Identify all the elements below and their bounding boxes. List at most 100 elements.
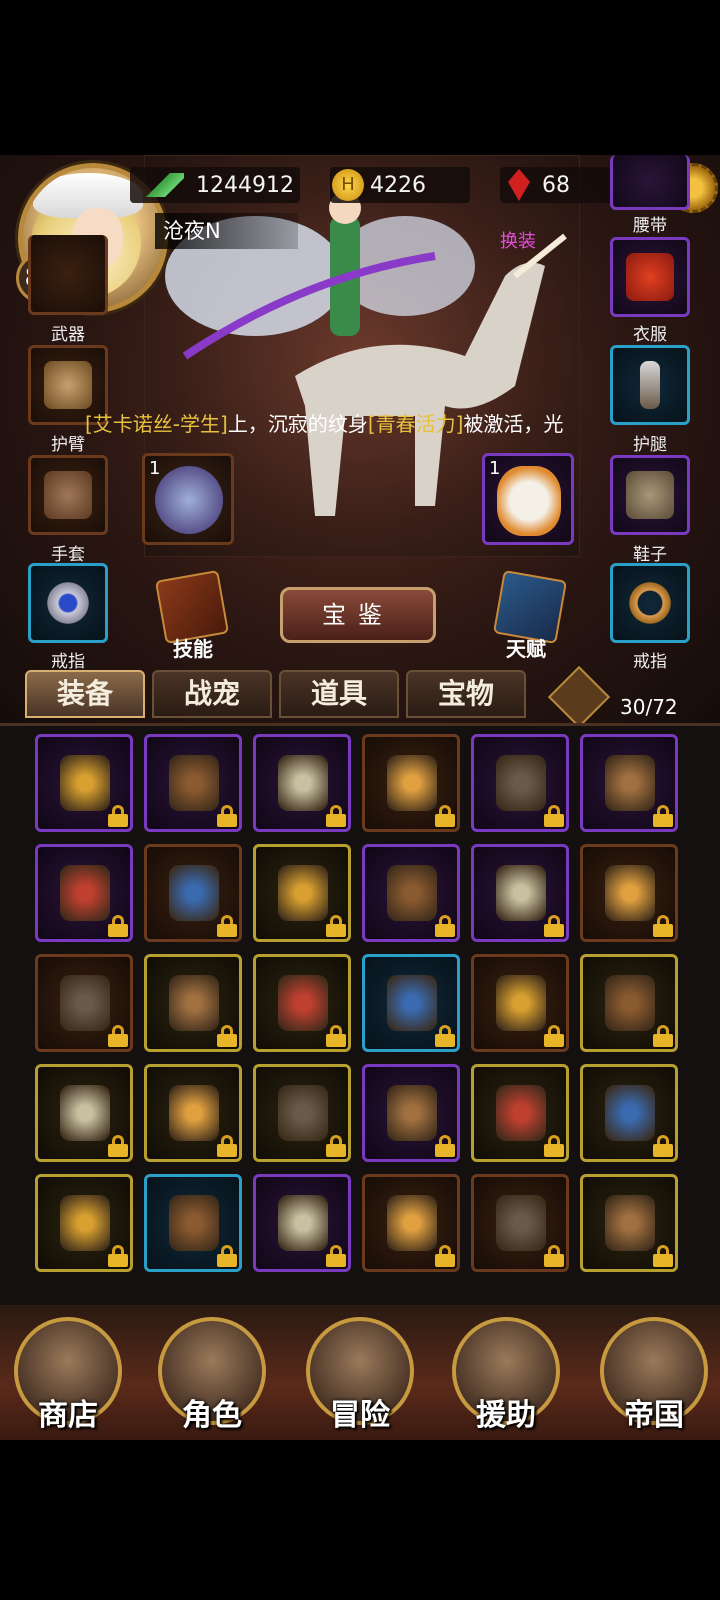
player-name: 沧夜N xyxy=(155,213,298,249)
leather-hood-icon xyxy=(496,1085,546,1141)
shoes-slot-label: 鞋子 xyxy=(633,545,667,565)
bronze-ring-icon xyxy=(626,579,674,627)
weapon-slot-label: 武器 xyxy=(51,325,85,345)
ring-slot-right[interactable] xyxy=(610,563,690,643)
belt-slot-label: 腰带 xyxy=(633,216,667,236)
inventory-cell[interactable] xyxy=(253,954,351,1052)
golden-chalice-icon xyxy=(60,755,110,811)
inventory-cell[interactable] xyxy=(144,1174,242,1272)
inventory-cell[interactable] xyxy=(362,844,460,942)
inventory-cell[interactable] xyxy=(471,1174,569,1272)
red-gem-icon xyxy=(508,169,530,201)
ring-slot-left[interactable] xyxy=(28,563,108,643)
inventory-cell[interactable] xyxy=(580,954,678,1052)
shoes-slot[interactable] xyxy=(610,455,690,535)
inventory-cell[interactable] xyxy=(35,844,133,942)
inventory-cell[interactable] xyxy=(35,734,133,832)
bottom-nav: 商店 角色 冒险 援助 帝国 xyxy=(0,1305,720,1440)
ticker-part-1: [艾卡诺丝-学生] xyxy=(85,412,228,436)
inventory-cell[interactable] xyxy=(35,954,133,1052)
shop-nav-label[interactable]: 商店 xyxy=(8,1390,128,1434)
game-screen: 86 1244912 H 4226 68 沧夜N 换装 武器 护臂 手套 xyxy=(0,155,720,1440)
inventory-cell[interactable] xyxy=(471,1064,569,1162)
lock-icon xyxy=(326,1135,346,1157)
pet-slot-right[interactable]: 1 xyxy=(482,453,574,545)
clothes-slot-label: 衣服 xyxy=(633,325,667,345)
inventory-cell[interactable] xyxy=(471,734,569,832)
adventure-nav-label[interactable]: 冒险 xyxy=(300,1390,420,1434)
feather-icon xyxy=(144,173,184,197)
blue-boots-icon xyxy=(496,865,546,921)
lock-icon xyxy=(435,1025,455,1047)
clothes-slot[interactable] xyxy=(610,237,690,317)
inventory-cell[interactable] xyxy=(35,1064,133,1162)
inventory-cell[interactable] xyxy=(580,1064,678,1162)
lock-icon xyxy=(435,1245,455,1267)
lock-icon xyxy=(326,1025,346,1047)
lock-icon xyxy=(653,915,673,937)
tab-items[interactable]: 道具 xyxy=(279,670,399,718)
inventory-cell[interactable] xyxy=(253,734,351,832)
inventory-cell[interactable] xyxy=(362,734,460,832)
griffin-pet-icon xyxy=(155,466,223,534)
arrow-quiver-icon xyxy=(278,865,328,921)
gem-value: 68 xyxy=(542,172,570,198)
inventory-cell[interactable] xyxy=(471,954,569,1052)
character-nav-label[interactable]: 角色 xyxy=(152,1390,272,1434)
hero-area: 86 1244912 H 4226 68 沧夜N 换装 武器 护臂 手套 xyxy=(0,155,720,735)
talent-label[interactable]: 天赋 xyxy=(486,633,566,662)
inventory-cell[interactable] xyxy=(35,1174,133,1272)
inventory-cell[interactable] xyxy=(580,734,678,832)
weapon-slot[interactable] xyxy=(28,235,108,315)
treasure-button[interactable]: 宝鉴 xyxy=(280,587,436,643)
leather-gauntlet-icon xyxy=(60,975,110,1031)
lock-icon xyxy=(326,1245,346,1267)
ring-slot-right-label: 戒指 xyxy=(633,652,667,672)
inventory-cell[interactable] xyxy=(471,844,569,942)
inventory-cell[interactable] xyxy=(580,1174,678,1272)
lock-icon xyxy=(326,805,346,827)
inventory-cell[interactable] xyxy=(144,734,242,832)
empire-nav-label[interactable]: 帝国 xyxy=(594,1390,714,1434)
lock-icon xyxy=(108,915,128,937)
belt-slot[interactable] xyxy=(610,155,690,210)
battle-axe-icon xyxy=(387,755,437,811)
skills-label[interactable]: 技能 xyxy=(153,633,233,662)
gloves-slot[interactable] xyxy=(28,455,108,535)
inventory-cell[interactable] xyxy=(253,1174,351,1272)
lock-icon xyxy=(544,1025,564,1047)
gold-bar: H 4226 xyxy=(330,167,470,203)
lock-icon xyxy=(326,915,346,937)
inventory-cell[interactable] xyxy=(253,1064,351,1162)
inventory-cell[interactable] xyxy=(580,844,678,942)
fur-helmet-icon xyxy=(605,1085,655,1141)
exp-bar: 1244912 xyxy=(130,167,300,203)
gloves-slot-label: 手套 xyxy=(51,545,85,565)
lock-icon xyxy=(544,1245,564,1267)
inventory-cell[interactable] xyxy=(362,954,460,1052)
inventory-cell[interactable] xyxy=(144,844,242,942)
lock-icon xyxy=(653,805,673,827)
tab-treasures[interactable]: 宝物 xyxy=(406,670,526,718)
lock-icon xyxy=(108,805,128,827)
tab-pets[interactable]: 战宠 xyxy=(152,670,272,718)
pet-left-count: 1 xyxy=(149,458,161,479)
white-armor-icon xyxy=(278,1195,328,1251)
gold-value: 4226 xyxy=(370,172,426,198)
inventory-cell[interactable] xyxy=(362,1064,460,1162)
furry-pet-icon xyxy=(497,466,561,536)
inventory-cell[interactable] xyxy=(362,1174,460,1272)
leg-guard-icon xyxy=(640,361,660,409)
inventory-cell[interactable] xyxy=(144,1064,242,1162)
lock-icon xyxy=(435,915,455,937)
inventory-tabs: 装备 战宠 道具 宝物 xyxy=(0,670,720,722)
gauntlet-icon xyxy=(44,471,92,519)
inventory-cell[interactable] xyxy=(253,844,351,942)
lock-icon xyxy=(108,1025,128,1047)
pet-slot-left[interactable]: 1 xyxy=(142,453,234,545)
tab-equipment[interactable]: 装备 xyxy=(25,670,145,718)
swap-outfit-button[interactable]: 换装 xyxy=(500,227,536,253)
assist-nav-label[interactable]: 援助 xyxy=(446,1390,566,1434)
lock-icon xyxy=(108,1245,128,1267)
inventory-cell[interactable] xyxy=(144,954,242,1052)
